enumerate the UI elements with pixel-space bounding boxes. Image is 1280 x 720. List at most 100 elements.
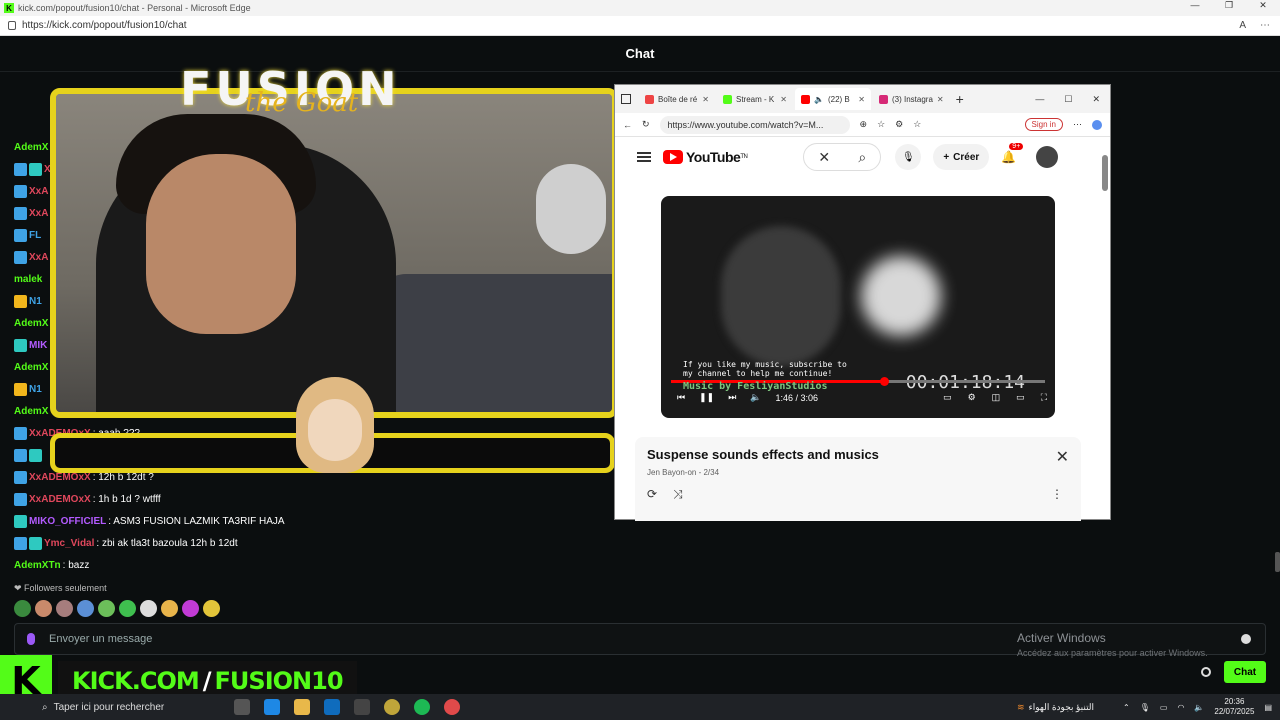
emote-icon[interactable] bbox=[182, 600, 199, 617]
miniplayer-icon[interactable]: ◫ bbox=[992, 392, 1001, 403]
tab-youtube[interactable]: 🔈 (22) B ✕ bbox=[795, 88, 871, 110]
chat-username[interactable]: XxA bbox=[29, 252, 48, 263]
voice-search-icon[interactable]: 🎙 bbox=[895, 144, 922, 170]
youtube-search-box[interactable]: ✕ ⌕ bbox=[803, 143, 882, 171]
chat-username[interactable]: XxADEMOxX bbox=[29, 472, 91, 483]
emote-icon[interactable] bbox=[77, 600, 94, 617]
tab-instagram[interactable]: (3) Instagra ✕ bbox=[873, 88, 950, 110]
subtitles-icon[interactable]: ▭ bbox=[943, 392, 952, 403]
taskbar-clock[interactable]: 20:36 22/07/2025 bbox=[1214, 697, 1254, 717]
chat-username[interactable]: AdemXTn bbox=[14, 560, 61, 571]
hamburger-menu-icon[interactable] bbox=[637, 152, 651, 162]
youtube-scrollbar[interactable] bbox=[1102, 155, 1108, 191]
maximize-button[interactable]: ☐ bbox=[1064, 94, 1072, 105]
chat-username[interactable]: XxADEMOxX bbox=[29, 494, 91, 505]
next-icon[interactable]: ⏭ bbox=[728, 392, 736, 403]
emote-icon[interactable] bbox=[35, 600, 52, 617]
chat-username[interactable]: MIKO_OFFICIEL bbox=[29, 516, 106, 527]
speaker-icon[interactable]: 🔈 bbox=[814, 95, 824, 104]
tab-mail[interactable]: Boîte de ré ✕ bbox=[639, 88, 715, 110]
loop-icon[interactable]: ⟳ bbox=[647, 487, 657, 502]
favorites-icon[interactable]: ☆ bbox=[913, 119, 921, 130]
close-tab-icon[interactable]: ✕ bbox=[858, 95, 865, 104]
app-icon[interactable] bbox=[444, 699, 460, 715]
speaker-icon[interactable]: 🔈 bbox=[1194, 703, 1204, 712]
close-button[interactable]: ✕ bbox=[1246, 0, 1280, 11]
taskbar-search[interactable]: ⌕ Taper ici pour rechercher bbox=[42, 702, 164, 713]
chat-username[interactable]: AdemX bbox=[14, 362, 48, 373]
chat-settings-gear-icon[interactable] bbox=[1201, 667, 1211, 677]
outlook-icon[interactable] bbox=[324, 699, 340, 715]
close-playlist-icon[interactable]: ✕ bbox=[1056, 447, 1069, 467]
chat-username[interactable]: N1 bbox=[29, 384, 42, 395]
minimize-button[interactable]: — bbox=[1035, 94, 1044, 105]
previous-icon[interactable]: ⏮ bbox=[677, 392, 685, 403]
create-button[interactable]: + Créer bbox=[933, 144, 990, 170]
edge-taskbar-icon[interactable] bbox=[264, 699, 280, 715]
refresh-icon[interactable]: ↻ bbox=[642, 119, 650, 130]
chat-username[interactable]: malek bbox=[14, 274, 42, 285]
close-button[interactable]: ✕ bbox=[1092, 94, 1100, 105]
read-aloud-icon[interactable]: A bbox=[1239, 20, 1246, 31]
obs-icon[interactable] bbox=[384, 699, 400, 715]
tab-stream-kick[interactable]: Stream - K ✕ bbox=[717, 88, 793, 110]
spotify-icon[interactable] bbox=[414, 699, 430, 715]
store-icon[interactable] bbox=[354, 699, 370, 715]
video-scrubber-handle[interactable] bbox=[880, 377, 890, 386]
microphone-icon[interactable] bbox=[27, 633, 35, 645]
account-avatar[interactable] bbox=[1036, 146, 1059, 168]
video-player[interactable]: If you like my music, subscribe to my ch… bbox=[661, 196, 1055, 418]
copilot-icon[interactable] bbox=[1092, 119, 1102, 130]
chat-username[interactable]: N1 bbox=[29, 296, 42, 307]
more-options-icon[interactable]: ⋯ bbox=[1260, 20, 1270, 31]
extensions-icon[interactable]: ⚙ bbox=[895, 119, 903, 130]
close-tab-icon[interactable]: ✕ bbox=[937, 95, 944, 104]
fullscreen-icon[interactable]: ⛶ bbox=[1041, 392, 1047, 403]
chat-username[interactable]: XxA bbox=[29, 208, 48, 219]
volume-icon[interactable]: 🔈 bbox=[750, 392, 761, 403]
emote-icon[interactable] bbox=[161, 600, 178, 617]
emoji-picker-icon[interactable] bbox=[1241, 634, 1251, 644]
tab-actions-icon[interactable] bbox=[621, 94, 631, 104]
theater-mode-icon[interactable]: ▭ bbox=[1016, 392, 1025, 403]
battery-icon[interactable]: ▭ bbox=[1160, 703, 1168, 712]
send-chat-button[interactable]: Chat bbox=[1224, 661, 1266, 683]
close-tab-icon[interactable]: ✕ bbox=[780, 95, 787, 104]
maximize-button[interactable]: ❐ bbox=[1212, 0, 1246, 11]
search-icon[interactable]: ⌕ bbox=[858, 149, 866, 166]
pause-icon[interactable]: ❚❚ bbox=[699, 392, 714, 403]
notification-center-icon[interactable]: ▤ bbox=[1264, 703, 1272, 712]
weather-widget[interactable]: ≋ التنبؤ بجودة الهواء bbox=[1017, 702, 1094, 713]
chat-username[interactable]: AdemX bbox=[14, 318, 48, 329]
close-tab-icon[interactable]: ✕ bbox=[702, 95, 709, 104]
chat-username[interactable]: Ymc_Vidal bbox=[44, 538, 94, 549]
emote-icon[interactable] bbox=[98, 600, 115, 617]
notifications-bell-icon[interactable]: 🔔 9+ bbox=[1001, 143, 1024, 164]
emote-icon[interactable] bbox=[14, 600, 31, 617]
new-tab-icon[interactable]: + bbox=[956, 91, 964, 107]
chat-username[interactable]: FL bbox=[29, 230, 41, 241]
emote-icon[interactable] bbox=[140, 600, 157, 617]
chat-username[interactable]: MIK bbox=[29, 340, 47, 351]
youtube-logo[interactable]: YouTube TN bbox=[663, 149, 748, 165]
emote-icon[interactable] bbox=[56, 600, 73, 617]
settings-gear-icon[interactable]: ⚙ bbox=[968, 392, 976, 403]
clear-search-icon[interactable]: ✕ bbox=[818, 149, 830, 166]
wifi-icon[interactable]: ◠ bbox=[1177, 703, 1184, 712]
shuffle-icon[interactable]: ⤨ bbox=[673, 487, 683, 502]
youtube-url-field[interactable]: https://www.youtube.com/watch?v=M... bbox=[659, 115, 850, 134]
favorite-star-icon[interactable]: ☆ bbox=[877, 119, 885, 130]
address-bar[interactable]: https://kick.com/popout/fusion10/chat A … bbox=[0, 16, 1280, 36]
emote-icon[interactable] bbox=[203, 600, 220, 617]
task-view-icon[interactable] bbox=[234, 699, 250, 715]
chevron-up-icon[interactable]: ⌃ bbox=[1123, 703, 1130, 712]
chat-username[interactable]: AdemX bbox=[14, 406, 48, 417]
chat-username[interactable]: XxA bbox=[29, 186, 48, 197]
microphone-icon[interactable]: 🎙 bbox=[1140, 703, 1150, 712]
sign-in-button[interactable]: Sign in bbox=[1024, 118, 1063, 131]
minimize-button[interactable]: — bbox=[1178, 0, 1212, 11]
file-explorer-icon[interactable] bbox=[294, 699, 310, 715]
chat-scrollbar[interactable] bbox=[1275, 552, 1280, 572]
emote-icon[interactable] bbox=[119, 600, 136, 617]
chat-username[interactable]: AdemX bbox=[14, 142, 48, 153]
